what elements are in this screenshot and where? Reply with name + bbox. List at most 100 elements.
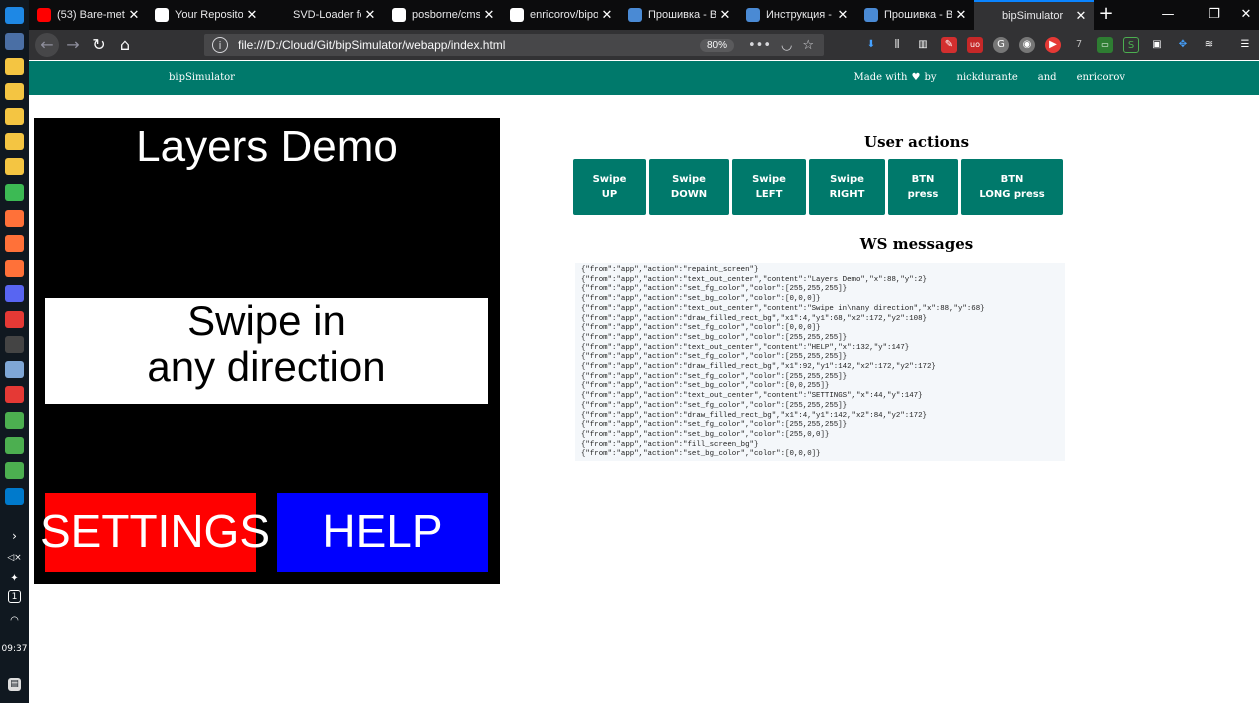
- tab-close-icon[interactable]: ✕: [952, 7, 970, 23]
- browser-tab[interactable]: Your Repositories✕: [147, 0, 265, 30]
- tab-close-icon[interactable]: ✕: [834, 7, 852, 23]
- swipe-right-button[interactable]: Swipe RIGHT: [809, 159, 885, 215]
- notepad-icon[interactable]: [5, 361, 24, 378]
- action-center-icon[interactable]: ▤: [8, 678, 21, 691]
- browser-tab[interactable]: (53) Bare-metal✕: [29, 0, 147, 30]
- app-icon[interactable]: [5, 462, 24, 479]
- page-actions-icon[interactable]: •••: [748, 38, 771, 53]
- library-icon[interactable]: ⫼: [889, 37, 905, 53]
- wifi-icon[interactable]: ◠: [5, 612, 24, 629]
- browser-tab[interactable]: Прошивка - Bip✕: [856, 0, 974, 30]
- ws-message-line: {"from":"app","action":"set_fg_color","c…: [581, 401, 848, 410]
- dropbox-icon[interactable]: ✦: [5, 570, 24, 587]
- vscode-icon[interactable]: [5, 488, 24, 505]
- navigation-toolbar: ← → ↻ ⌂ i file:///D:/Cloud/Git/bipSimula…: [29, 30, 1259, 60]
- discord-icon[interactable]: [5, 285, 24, 302]
- pocket-icon[interactable]: ◡: [781, 38, 792, 53]
- browser-tab[interactable]: bipSimulator ✕: [974, 0, 1094, 30]
- simulator-screen[interactable]: Layers Demo Swipe in any direction SETTI…: [34, 118, 500, 584]
- chrome-icon[interactable]: [5, 184, 24, 201]
- firefox-icon[interactable]: [5, 210, 24, 227]
- swipe-down-button[interactable]: Swipe DOWN: [649, 159, 729, 215]
- tab-close-icon[interactable]: ✕: [243, 7, 261, 23]
- folder-icon[interactable]: [5, 158, 24, 175]
- tab-close-icon[interactable]: ✕: [598, 7, 616, 23]
- author-link-enricorov[interactable]: enricorov: [1077, 72, 1125, 83]
- tab-close-icon[interactable]: ✕: [716, 7, 734, 23]
- swipe-up-button[interactable]: Swipe UP: [573, 159, 646, 215]
- url-bar[interactable]: i file:///D:/Cloud/Git/bipSimulator/weba…: [204, 34, 824, 56]
- forward-button[interactable]: →: [61, 33, 85, 57]
- chevron-right-icon[interactable]: ›: [5, 528, 24, 545]
- extension-icon[interactable]: ◉: [1019, 37, 1035, 53]
- author-link-nickdurante[interactable]: nickdurante: [957, 72, 1018, 83]
- downloads-icon[interactable]: ⬇: [863, 37, 879, 53]
- folder-icon[interactable]: [5, 58, 24, 75]
- tab-strip: (53) Bare-metal✕Your Repositories✕SVD-Lo…: [29, 0, 1259, 30]
- back-button[interactable]: ←: [35, 33, 59, 57]
- extension-icon[interactable]: ▭: [1097, 37, 1113, 53]
- clock[interactable]: 09:37: [0, 644, 29, 654]
- extension-icon[interactable]: G: [993, 37, 1009, 53]
- extension-icon[interactable]: ✎: [941, 37, 957, 53]
- screen-settings-button[interactable]: SETTINGS: [40, 493, 270, 572]
- gimp-icon[interactable]: [5, 386, 24, 403]
- and-text: and: [1037, 72, 1057, 83]
- calculator-icon[interactable]: [5, 336, 24, 353]
- extension-icon[interactable]: S: [1123, 37, 1139, 53]
- site-info-icon[interactable]: i: [212, 37, 228, 53]
- browser-tab[interactable]: Инструкция - Ко✕: [738, 0, 856, 30]
- browser-tab[interactable]: posborne/cmsis✕: [384, 0, 502, 30]
- browser-tab[interactable]: SVD-Loader for Ghidra✕: [265, 0, 383, 30]
- reload-button[interactable]: ↻: [87, 33, 111, 57]
- ws-message-line: {"from":"app","action":"fill_screen_bg"}: [581, 440, 759, 449]
- tab-close-icon[interactable]: ✕: [1072, 8, 1090, 24]
- swipe-left-button[interactable]: Swipe LEFT: [732, 159, 806, 215]
- ws-message-line: {"from":"app","action":"text_out_center"…: [581, 275, 927, 284]
- app-icon[interactable]: [5, 412, 24, 429]
- folder-icon[interactable]: [5, 108, 24, 125]
- firefox-icon[interactable]: [5, 235, 24, 252]
- browser-tab[interactable]: enricorov/bipos ✕: [502, 0, 620, 30]
- btn-press-button[interactable]: BTN press: [888, 159, 958, 215]
- tab-title: Инструкция - Ко: [766, 9, 834, 21]
- tab-favicon-icon: [982, 9, 996, 23]
- app-icon[interactable]: [5, 437, 24, 454]
- close-window-button[interactable]: ✕: [1223, 0, 1259, 30]
- extension-icon[interactable]: ≋: [1201, 37, 1217, 53]
- site-brand[interactable]: bipSimulator: [169, 72, 235, 83]
- ws-messages-log[interactable]: {"from":"app","action":"repaint_screen"}…: [575, 263, 1065, 461]
- user-actions-buttons: Swipe UP Swipe DOWN Swipe LEFT Swipe RIG…: [573, 159, 1063, 215]
- home-button[interactable]: ⌂: [113, 33, 137, 57]
- minimize-button[interactable]: —: [1145, 0, 1191, 30]
- folder-icon[interactable]: [5, 83, 24, 100]
- bookmark-star-icon[interactable]: ☆: [802, 38, 814, 53]
- ws-message-line: {"from":"app","action":"set_bg_color","c…: [581, 450, 821, 459]
- menu-icon[interactable]: ☰: [1237, 37, 1253, 53]
- ws-message-line: {"from":"app","action":"text_out_center"…: [581, 304, 985, 313]
- firefox-icon[interactable]: [5, 260, 24, 277]
- btn-long-press-button[interactable]: BTN LONG press: [961, 159, 1063, 215]
- desktop-icon[interactable]: [5, 33, 24, 50]
- opera-icon[interactable]: [5, 311, 24, 328]
- new-tab-button[interactable]: +: [1095, 4, 1117, 26]
- tab-title: Прошивка - Bip: [648, 9, 716, 21]
- url-text[interactable]: file:///D:/Cloud/Git/bipSimulator/webapp…: [238, 38, 700, 52]
- youtube-extension-icon[interactable]: ▶: [1045, 37, 1061, 53]
- tab-close-icon[interactable]: ✕: [361, 7, 379, 23]
- extension-badge[interactable]: 7: [1071, 37, 1087, 53]
- extension-icon[interactable]: ▣: [1149, 37, 1165, 53]
- extension-icon[interactable]: ✥: [1175, 37, 1191, 53]
- tab-close-icon[interactable]: ✕: [480, 7, 498, 23]
- ws-message-line: {"from":"app","action":"set_fg_color","c…: [581, 353, 848, 362]
- notification-badge[interactable]: 1: [8, 590, 21, 603]
- volume-muted-icon[interactable]: ◁×: [5, 550, 24, 567]
- zoom-badge[interactable]: 80%: [699, 38, 734, 52]
- tab-close-icon[interactable]: ✕: [125, 7, 143, 23]
- folder-icon[interactable]: [5, 133, 24, 150]
- sidebar-icon[interactable]: ▥: [915, 37, 931, 53]
- windows-start-icon[interactable]: [5, 7, 24, 24]
- screen-help-button[interactable]: HELP: [277, 493, 488, 572]
- browser-tab[interactable]: Прошивка - Bip✕: [620, 0, 738, 30]
- ublock-icon[interactable]: uo: [967, 37, 983, 53]
